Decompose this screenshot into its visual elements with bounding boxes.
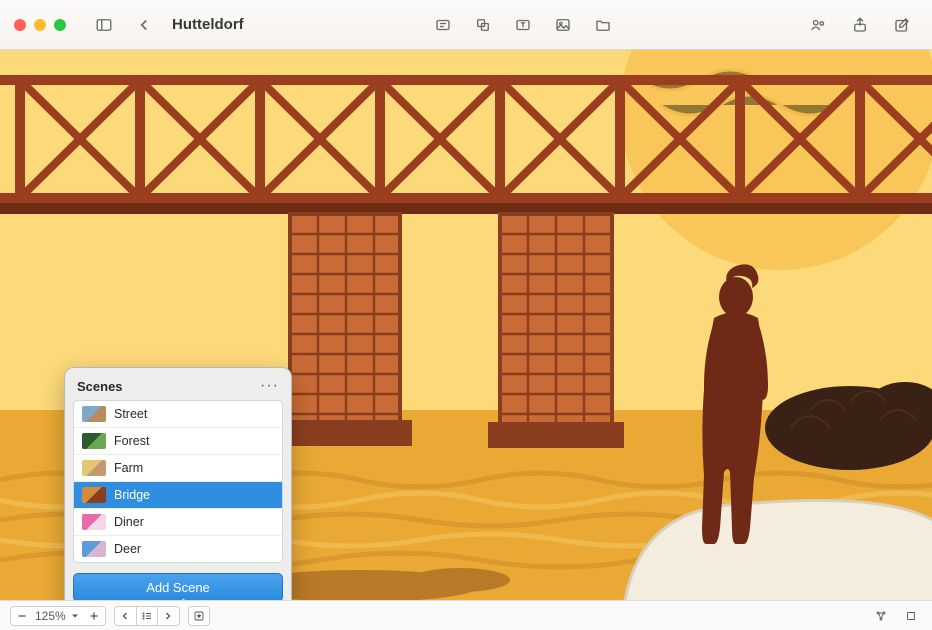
scene-item-label: Forest (114, 434, 149, 448)
scene-item-label: Diner (114, 515, 144, 529)
scene-item-farm[interactable]: Farm (74, 455, 282, 482)
scenes-popover: Scenes ··· Street Forest Farm Bridge Diner De… (64, 367, 292, 600)
inspector-button[interactable] (900, 606, 922, 626)
outline-button[interactable] (870, 606, 892, 626)
highlights-button[interactable] (188, 606, 210, 626)
zoom-in-button[interactable] (84, 606, 106, 626)
zoom-out-button[interactable] (10, 606, 32, 626)
popover-menu-button[interactable]: ··· (260, 378, 279, 394)
compose-button[interactable] (886, 12, 918, 38)
scene-item-bridge[interactable]: Bridge (74, 482, 282, 509)
zoom-level-dropdown[interactable]: 125% (32, 606, 84, 626)
toggle-sidebar-button[interactable] (88, 12, 120, 38)
scene-item-label: Deer (114, 542, 141, 556)
scene-item-forest[interactable]: Forest (74, 428, 282, 455)
scene-list: Street Forest Farm Bridge Diner Deer (73, 400, 283, 563)
scene-thumbnail (82, 406, 106, 422)
folder-button[interactable] (587, 12, 619, 38)
document-canvas[interactable]: Scenes ··· Street Forest Farm Bridge Diner De… (0, 50, 932, 600)
minimize-window-button[interactable] (34, 19, 46, 31)
scene-item-diner[interactable]: Diner (74, 509, 282, 536)
traffic-lights (14, 19, 66, 31)
popover-title: Scenes (77, 379, 123, 394)
scene-thumbnail (82, 433, 106, 449)
scene-item-label: Farm (114, 461, 143, 475)
titlebar: Hutteldorf (0, 0, 932, 50)
scene-thumbnail (82, 514, 106, 530)
scene-thumbnail (82, 541, 106, 557)
scene-thumbnail (82, 460, 106, 476)
shape-button[interactable] (467, 12, 499, 38)
prev-scene-button[interactable] (114, 606, 136, 626)
scenes-list-button[interactable] (136, 606, 158, 626)
scene-item-label: Bridge (114, 488, 150, 502)
add-scene-button[interactable]: Add Scene (73, 573, 283, 600)
media-button[interactable] (547, 12, 579, 38)
back-button[interactable] (128, 12, 160, 38)
scene-item-street[interactable]: Street (74, 401, 282, 428)
zoom-level-value: 125% (35, 609, 66, 623)
text-box-button[interactable] (507, 12, 539, 38)
bottom-toolbar: 125% (0, 600, 932, 630)
close-window-button[interactable] (14, 19, 26, 31)
scene-item-deer[interactable]: Deer (74, 536, 282, 562)
maximize-window-button[interactable] (54, 19, 66, 31)
scene-thumbnail (82, 487, 106, 503)
scene-item-label: Street (114, 407, 147, 421)
chevron-down-icon (69, 610, 81, 622)
document-title: Hutteldorf (172, 16, 244, 33)
paragraph-style-button[interactable] (427, 12, 459, 38)
share-button[interactable] (844, 12, 876, 38)
next-scene-button[interactable] (158, 606, 180, 626)
collaborate-button[interactable] (802, 12, 834, 38)
